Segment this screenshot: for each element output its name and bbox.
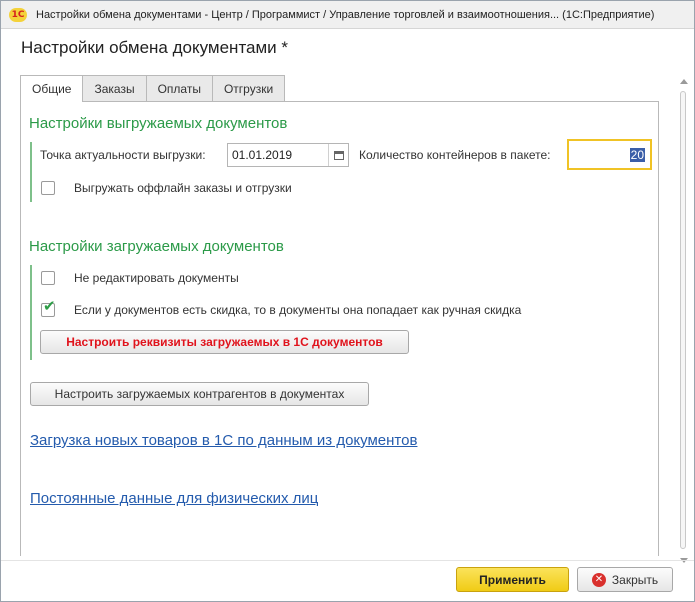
import-group-bar	[30, 265, 32, 360]
configure-requisites-button[interactable]: Настроить реквизиты загружаемых в 1С док…	[40, 330, 409, 354]
checkmark-icon: ✔	[43, 298, 56, 315]
configure-counterparties-button[interactable]: Настроить загружаемых контрагентов в док…	[30, 382, 369, 406]
containers-value: 20	[629, 147, 645, 162]
footer-divider	[1, 560, 694, 561]
window-title: Настройки обмена документами - Центр / П…	[36, 8, 655, 21]
new-goods-link[interactable]: Загрузка новых товаров в 1С по данным из…	[30, 432, 417, 449]
tab-bar: Общие Заказы Оплаты Отгрузки	[20, 75, 286, 102]
calendar-icon	[333, 150, 344, 160]
form-title: Настройки обмена документами *	[21, 38, 289, 57]
close-icon: ✕	[591, 572, 606, 587]
close-button[interactable]: ✕ Закрыть	[577, 567, 673, 592]
no-edit-label: Не редактировать документы	[74, 271, 239, 285]
containers-field[interactable]: 20	[567, 139, 652, 170]
export-section-title: Настройки выгружаемых документов	[29, 115, 288, 132]
discount-label: Если у документов есть скидка, то в доку…	[74, 303, 522, 317]
offline-orders-label: Выгружать оффлайн заказы и отгрузки	[74, 181, 292, 195]
apply-button[interactable]: Применить	[456, 567, 569, 592]
scroll-thumb[interactable]	[680, 91, 686, 549]
calendar-button[interactable]	[328, 144, 348, 166]
export-date-label: Точка актуальности выгрузки:	[40, 148, 206, 162]
export-date-value: 01.01.2019	[232, 148, 293, 162]
app-logo-icon: 1С	[9, 7, 27, 22]
vertical-scrollbar[interactable]	[679, 79, 688, 563]
tab-shipments[interactable]: Отгрузки	[211, 75, 286, 101]
export-date-field[interactable]: 01.01.2019	[227, 143, 349, 167]
import-section-title: Настройки загружаемых документов	[29, 238, 284, 255]
tab-payments[interactable]: Оплаты	[145, 75, 213, 101]
close-button-label: Закрыть	[611, 572, 659, 587]
export-group-bar	[30, 142, 32, 202]
scroll-up-icon[interactable]	[680, 79, 688, 84]
containers-label: Количество контейнеров в пакете:	[359, 148, 551, 162]
offline-orders-checkbox[interactable]	[41, 181, 55, 195]
tab-orders[interactable]: Заказы	[82, 75, 147, 101]
discount-checkbox[interactable]: ✔	[41, 299, 56, 317]
tab-panel-general	[20, 101, 659, 556]
title-bar: 1С Настройки обмена документами - Центр …	[1, 1, 694, 29]
app-window: 1С Настройки обмена документами - Центр …	[0, 0, 695, 602]
individuals-link[interactable]: Постоянные данные для физических лиц	[30, 490, 318, 507]
no-edit-checkbox[interactable]	[41, 271, 55, 285]
tab-general[interactable]: Общие	[20, 75, 84, 102]
